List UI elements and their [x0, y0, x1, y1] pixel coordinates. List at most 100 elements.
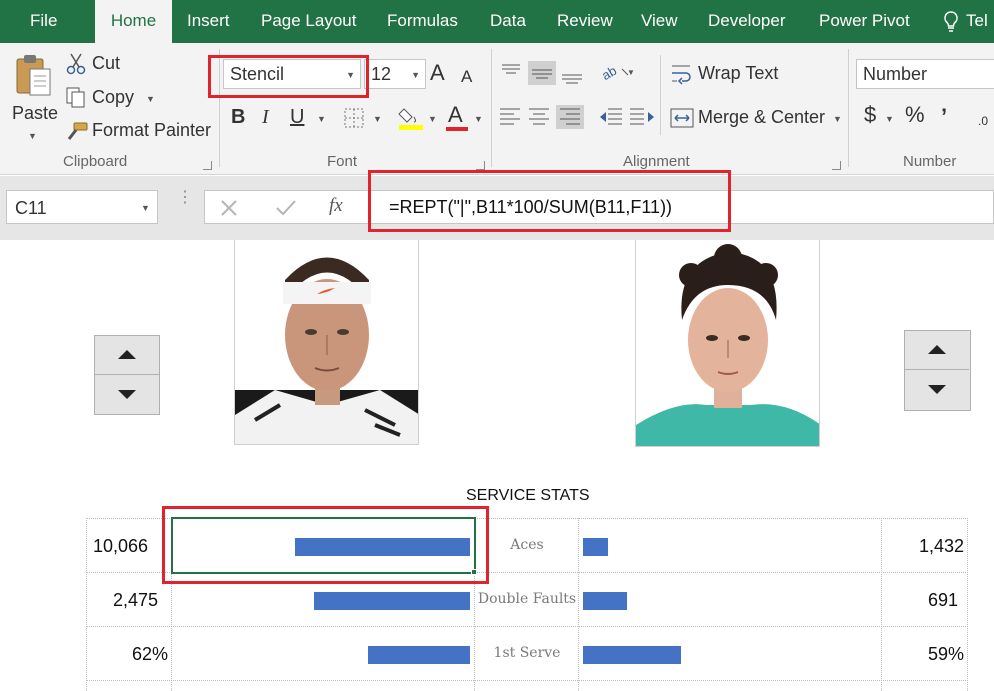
borders-icon[interactable] [343, 107, 365, 129]
copy-dropdown-icon: ▼ [146, 94, 155, 104]
grid-line [86, 680, 968, 681]
right-bar [583, 592, 627, 610]
player-photo-left[interactable] [234, 240, 419, 445]
spin-up-left[interactable] [95, 336, 159, 375]
tab-home[interactable]: Home [95, 0, 172, 43]
clipboard-paste-icon [16, 55, 51, 96]
tab-formulas[interactable]: Formulas [387, 0, 458, 43]
scissors-icon [66, 53, 86, 75]
comma-style-button[interactable]: ’ [941, 106, 947, 128]
alignment-group-label: Alignment [623, 153, 690, 170]
font-size-dropdown-icon[interactable]: ▼ [411, 61, 420, 89]
lightbulb-icon [944, 11, 958, 32]
arrow-up-icon [928, 345, 946, 354]
horizontal-align-icons[interactable] [498, 105, 588, 131]
alignment-dialog-launcher[interactable] [832, 161, 841, 170]
number-format-combo[interactable]: Number [856, 59, 994, 89]
spin-up-right[interactable] [905, 331, 969, 370]
font-highlight-box [208, 55, 369, 98]
merge-center-label: Merge & Center [698, 107, 826, 127]
grow-font-button[interactable]: A [430, 62, 445, 84]
paste-label: Paste [12, 103, 59, 123]
clipboard-dialog-launcher[interactable] [203, 161, 212, 170]
copy-button[interactable]: Copy ▼ [66, 85, 166, 111]
font-size-value: 12 [371, 64, 392, 84]
currency-button[interactable]: $ [864, 104, 876, 126]
font-color-button[interactable]: A [448, 104, 463, 126]
worksheet-grid[interactable]: SERVICE STATS 10,066 Aces 1,432 2,475 Do… [0, 240, 994, 691]
orientation-icon[interactable]: ab ▼ [600, 61, 636, 83]
fill-color-dropdown-icon[interactable]: ▼ [428, 114, 437, 124]
left-value-cell[interactable]: 2,475 [113, 590, 158, 611]
group-divider [848, 49, 849, 167]
italic-button[interactable]: I [262, 107, 269, 127]
player-photo-right[interactable] [635, 240, 820, 447]
vertical-align-icons[interactable] [498, 61, 588, 85]
svg-text:ab: ab [600, 63, 619, 83]
font-dialog-launcher[interactable] [476, 161, 485, 170]
tab-data[interactable]: Data [490, 0, 526, 43]
copy-icon [66, 87, 85, 108]
shrink-font-button[interactable]: A [461, 67, 472, 87]
formula-bar-grip-icon[interactable]: ⋮ [177, 190, 193, 206]
right-value-cell[interactable]: 1,432 [919, 536, 964, 557]
borders-dropdown-icon[interactable]: ▼ [373, 114, 382, 124]
underline-button[interactable]: U [290, 107, 304, 127]
format-painter-button[interactable]: Format Painter [66, 118, 211, 144]
spin-down-right[interactable] [905, 371, 969, 410]
number-group-label: Number [903, 153, 957, 170]
tab-review[interactable]: Review [557, 0, 613, 43]
enter-icon[interactable] [275, 198, 297, 218]
group-divider [491, 49, 492, 167]
tab-insert[interactable]: Insert [187, 0, 230, 43]
number-format-value: Number [863, 64, 928, 84]
left-value-cell[interactable]: 10,066 [93, 536, 148, 557]
spin-button-left[interactable] [94, 335, 160, 415]
player-portrait-left [235, 257, 418, 444]
spin-down-left[interactable] [95, 376, 159, 415]
tab-file[interactable]: File [30, 0, 57, 43]
arrow-up-icon [118, 350, 136, 359]
left-value-cell[interactable]: 62% [132, 644, 168, 665]
stat-label-cell[interactable]: Double Faults [474, 591, 580, 607]
wrap-text-icon [672, 65, 691, 85]
paste-dropdown-icon: ▼ [28, 131, 37, 141]
wrap-text-button[interactable]: Wrap Text [670, 61, 790, 87]
bold-button[interactable]: B [231, 107, 245, 127]
right-bar [583, 538, 608, 556]
svg-text:▼: ▼ [627, 68, 635, 77]
insert-function-icon[interactable]: fx [329, 195, 343, 217]
name-box-dropdown-icon[interactable]: ▼ [141, 203, 150, 213]
service-stats-heading: SERVICE STATS [466, 487, 590, 504]
indent-icons[interactable] [598, 105, 656, 131]
arrow-down-icon [928, 385, 946, 394]
tab-power-pivot[interactable]: Power Pivot [819, 0, 910, 43]
font-group-label: Font [327, 153, 358, 170]
increase-decimal-button[interactable]: .0 [978, 111, 988, 131]
ribbon-tab-bar: File Home Insert Page Layout Formulas Da… [0, 0, 994, 43]
font-size-combo[interactable]: 12 ▼ [364, 59, 426, 89]
underline-dropdown-icon[interactable]: ▼ [317, 114, 326, 124]
clipboard-group-label: Clipboard [63, 153, 128, 170]
spin-button-right[interactable] [904, 330, 971, 411]
percent-button[interactable]: % [905, 104, 925, 126]
tab-page-layout[interactable]: Page Layout [261, 0, 356, 43]
tab-view[interactable]: View [641, 0, 678, 43]
stat-label-cell[interactable]: Aces [474, 537, 580, 553]
right-value-cell[interactable]: 59% [928, 644, 964, 665]
ribbon: Paste ▼ Cut Copy ▼ Format Painter Clipbo… [0, 43, 994, 175]
fill-color-icon[interactable] [398, 105, 426, 131]
merge-center-button[interactable]: Merge & Center ▼ [670, 105, 850, 131]
right-value-cell[interactable]: 691 [928, 590, 958, 611]
stat-label-cell[interactable]: 1st Serve [474, 645, 580, 661]
formula-highlight-box [368, 170, 731, 232]
paste-button[interactable]: Paste ▼ [10, 51, 58, 151]
font-color-swatch [446, 127, 468, 131]
cut-button[interactable]: Cut [66, 51, 156, 77]
cancel-icon[interactable] [219, 198, 239, 218]
group-divider [660, 55, 661, 135]
tab-developer[interactable]: Developer [708, 0, 786, 43]
name-box[interactable]: C11 ▼ [6, 190, 158, 224]
currency-dropdown-icon[interactable]: ▼ [885, 114, 894, 124]
font-color-dropdown-icon[interactable]: ▼ [474, 114, 483, 124]
